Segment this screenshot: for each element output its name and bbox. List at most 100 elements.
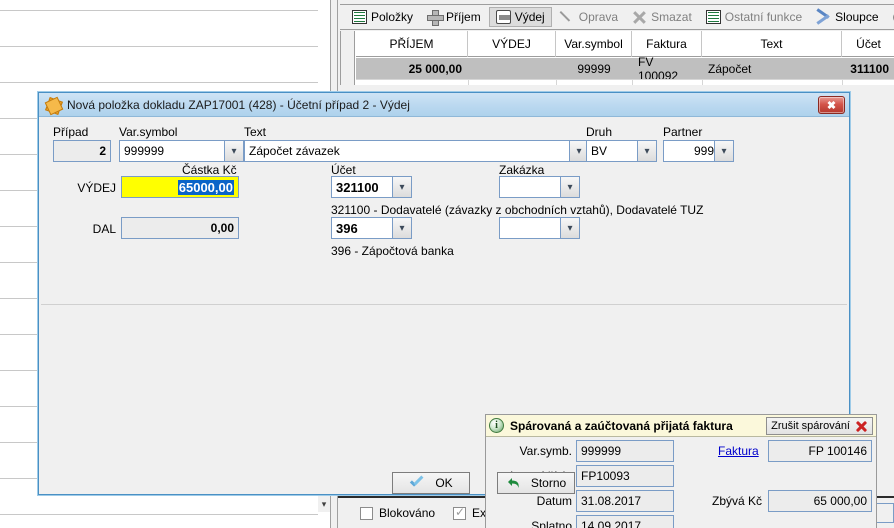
inv-var-symb-field[interactable]: 999999 bbox=[576, 440, 674, 462]
druh-field[interactable]: BV bbox=[586, 140, 642, 162]
inv-interni-cislo-field[interactable]: FP10093 bbox=[576, 465, 674, 487]
toolbar-label: Výdej bbox=[514, 10, 545, 24]
ucet-md-chevron-down-icon[interactable]: ▾ bbox=[392, 176, 412, 198]
inv-splatno-label: Splatno bbox=[531, 519, 572, 528]
var-symbol-chevron-down-icon[interactable]: ▾ bbox=[224, 140, 244, 162]
var-symbol-label: Var.symbol bbox=[119, 125, 178, 139]
inv-datum-label: Datum bbox=[536, 494, 572, 508]
table-row[interactable]: 25 000,00 99999 FV 100092 Zápočet 311100 bbox=[356, 54, 894, 83]
inv-zbyva-field[interactable]: 65 000,00 bbox=[768, 490, 872, 512]
faktura-link[interactable]: Faktura bbox=[718, 444, 759, 458]
grid-column-header-faktura[interactable]: Faktura bbox=[632, 31, 702, 57]
vydej-row-label: VÝDEJ bbox=[77, 181, 116, 195]
grid-column-dividers bbox=[356, 79, 894, 85]
druh-label: Druh bbox=[586, 125, 613, 139]
document-items-grid: PŘÍJEM VÝDEJ Var.symbol Faktura Text Úče… bbox=[340, 31, 894, 85]
toolbar-button-vydej[interactable]: Výdej bbox=[488, 7, 552, 27]
text-label: Text bbox=[244, 125, 267, 139]
toolbar-button-ostatni-funkce[interactable]: Ostatní funkce bbox=[700, 7, 808, 27]
list-row-divider bbox=[0, 514, 330, 515]
list-row-divider bbox=[0, 82, 330, 83]
toolbar-label: Smazat bbox=[651, 10, 692, 24]
inv-splatno-field[interactable]: 14.09.2017 bbox=[576, 515, 674, 528]
ucet-dal-field[interactable]: 396 bbox=[331, 217, 397, 239]
toolbar-button-hledat[interactable]: H bbox=[887, 7, 894, 27]
scroll-down-icon[interactable]: ▾ bbox=[318, 496, 330, 512]
inv-faktura-field[interactable]: FP 100146 bbox=[768, 440, 872, 462]
inv-zbyva-label: Zbývá Kč bbox=[711, 494, 762, 508]
toolbar-label: Oprava bbox=[578, 10, 619, 24]
ok-button[interactable]: OK bbox=[392, 472, 470, 494]
partner-label: Partner bbox=[663, 125, 703, 139]
main-toolbar: Položky Příjem Výdej Oprava Smazat Ostat… bbox=[340, 4, 894, 30]
toolbar-label: Ostatní funkce bbox=[724, 10, 803, 24]
grid-row-header-column bbox=[341, 31, 355, 85]
paired-invoice-header: i Spárovaná a zaúčtovaná přijatá faktura… bbox=[486, 415, 876, 437]
grid-header-row: PŘÍJEM VÝDEJ Var.symbol Faktura Text Úče… bbox=[356, 31, 894, 57]
app-star-icon bbox=[45, 97, 61, 113]
ucet-md-field[interactable]: 321100 bbox=[331, 176, 397, 198]
zakazka-dal-chevron-down-icon[interactable]: ▾ bbox=[560, 217, 580, 239]
pripad-label: Případ bbox=[53, 125, 89, 139]
toolbar-label: Položky bbox=[371, 10, 414, 24]
grid-column-header-prijem[interactable]: PŘÍJEM bbox=[356, 31, 468, 57]
vydej-amount-field[interactable]: 65000,00 bbox=[121, 176, 239, 198]
inv-var-symb-label: Var.symb. bbox=[519, 444, 572, 458]
pripad-field[interactable]: 2 bbox=[53, 140, 111, 162]
list-icon bbox=[705, 10, 721, 24]
paired-invoice-title: Spárovaná a zaúčtovaná přijatá faktura bbox=[510, 418, 733, 433]
info-icon: i bbox=[489, 418, 504, 433]
ucet-dal-chevron-down-icon[interactable]: ▾ bbox=[392, 217, 412, 239]
vydej-amount-selected-text: 65000,00 bbox=[177, 179, 234, 195]
partner-field[interactable]: 999 bbox=[663, 140, 719, 162]
list-row-divider bbox=[0, 10, 330, 11]
toolbar-button-prijem[interactable]: Příjem bbox=[421, 7, 487, 27]
grid-column-header-ucet[interactable]: Účet bbox=[842, 31, 894, 57]
grid-column-header-vydej[interactable]: VÝDEJ bbox=[468, 31, 556, 57]
new-document-item-dialog: Nová položka dokladu ZAP17001 (428) - Úč… bbox=[38, 92, 877, 528]
plus-icon bbox=[427, 10, 445, 26]
ucet-md-description: 321100 - Dodavatelé (závazky z obchodníc… bbox=[331, 203, 704, 217]
druh-chevron-down-icon[interactable]: ▾ bbox=[637, 140, 657, 162]
grid-column-header-text[interactable]: Text bbox=[702, 31, 842, 57]
var-symbol-field[interactable]: 999999 bbox=[119, 140, 229, 162]
ucet-dal-description: 396 - Zápočtová banka bbox=[331, 244, 454, 258]
check-icon bbox=[409, 476, 425, 490]
toolbar-button-sloupce[interactable]: Sloupce bbox=[810, 7, 884, 27]
dialog-title: Nová položka dokladu ZAP17001 (428) - Úč… bbox=[67, 97, 410, 112]
unpair-button[interactable]: Zrušit spárování bbox=[766, 417, 873, 435]
toolbar-label: Sloupce bbox=[835, 10, 879, 24]
red-x-icon bbox=[855, 420, 868, 433]
storno-button-label: Storno bbox=[530, 476, 567, 490]
paired-invoice-panel: i Spárovaná a zaúčtovaná přijatá faktura… bbox=[485, 414, 877, 528]
toolbar-label: Příjem bbox=[446, 10, 481, 24]
zakazka-dal-field[interactable] bbox=[499, 217, 565, 239]
close-icon[interactable]: ✖ bbox=[818, 96, 845, 114]
grid-column-header-var-symbol[interactable]: Var.symbol bbox=[556, 31, 632, 57]
toolbar-button-oprava[interactable]: Oprava bbox=[554, 7, 624, 27]
inv-datum-field[interactable]: 31.08.2017 bbox=[576, 490, 674, 512]
blokovano-checkbox[interactable] bbox=[360, 506, 373, 520]
dialog-title-bar[interactable]: Nová položka dokladu ZAP17001 (428) - Úč… bbox=[39, 93, 849, 117]
x-icon bbox=[632, 10, 647, 24]
unpair-button-label: Zrušit spárování bbox=[771, 420, 850, 432]
ucet-label: Účet bbox=[331, 163, 356, 177]
dal-amount-field[interactable]: 0,00 bbox=[121, 217, 239, 239]
toolbar-button-polozky[interactable]: Položky bbox=[346, 7, 419, 27]
cell-faktura: FV 100092 bbox=[638, 54, 679, 83]
text-field[interactable]: Zápočet závazek bbox=[244, 140, 574, 162]
cell-vydej bbox=[468, 58, 556, 79]
toolbar-button-smazat[interactable]: Smazat bbox=[626, 7, 698, 27]
exportovat-checkbox[interactable] bbox=[453, 505, 467, 520]
list-icon bbox=[352, 10, 367, 24]
castka-label: Částka Kč bbox=[182, 163, 237, 177]
card-icon bbox=[495, 10, 511, 24]
zakazka-md-field[interactable] bbox=[499, 176, 565, 198]
zakazka-md-chevron-down-icon[interactable]: ▾ bbox=[560, 176, 580, 198]
partner-chevron-down-icon[interactable]: ▾ bbox=[714, 140, 734, 162]
dialog-body: Případ Var.symbol Text Druh Partner 2 99… bbox=[39, 117, 877, 528]
cell-prijem: 25 000,00 bbox=[408, 61, 462, 76]
storno-button[interactable]: Storno bbox=[497, 472, 575, 494]
dialog-upper-form: Případ Var.symbol Text Druh Partner 2 99… bbox=[41, 119, 847, 305]
undo-icon bbox=[506, 476, 521, 490]
